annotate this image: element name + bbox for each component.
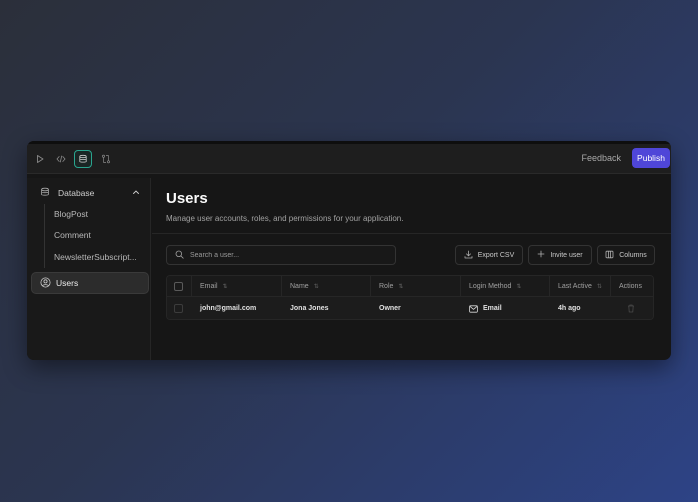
row-checkbox[interactable]: [174, 304, 183, 313]
page-subtitle: Manage user accounts, roles, and permiss…: [166, 214, 404, 223]
publish-button[interactable]: Publish: [632, 148, 670, 168]
mail-icon: [469, 304, 478, 313]
cell-email: john@gmail.com: [200, 305, 257, 312]
git-compare-icon[interactable]: [97, 150, 115, 168]
header-role[interactable]: Role ⇅: [379, 276, 403, 296]
user-circle-icon: [40, 277, 51, 290]
column-divider: [549, 276, 550, 296]
columns-button[interactable]: Columns: [597, 245, 655, 265]
sort-icon: ⇅: [222, 283, 228, 290]
invite-user-button[interactable]: Invite user: [528, 245, 592, 265]
sidebar-item-comment[interactable]: Comment: [54, 230, 142, 240]
header-login-method-label: Login Method: [469, 282, 512, 290]
feedback-link[interactable]: Feedback: [581, 153, 621, 163]
columns-icon: [605, 250, 614, 261]
play-icon[interactable]: [31, 150, 49, 168]
database-icon: [40, 187, 50, 199]
search-input[interactable]: [190, 251, 380, 259]
sidebar-database-label: Database: [58, 188, 95, 198]
columns-label: Columns: [619, 251, 647, 259]
users-table: Email ⇅ Name ⇅ Role ⇅ Login Method ⇅ Last Ac…: [166, 275, 654, 320]
download-icon: [464, 250, 473, 261]
table-row[interactable]: john@gmail.com Jona Jones Owner Email 4h…: [167, 297, 653, 319]
select-all-cell: [174, 276, 183, 296]
column-divider: [191, 276, 192, 296]
header-email[interactable]: Email ⇅: [200, 276, 228, 296]
sidebar-item-blogpost[interactable]: BlogPost: [54, 209, 142, 219]
header-name[interactable]: Name ⇅: [290, 276, 319, 296]
page-title: Users: [166, 190, 208, 207]
row-select-cell: [174, 297, 183, 319]
search-box[interactable]: [166, 245, 396, 265]
sidebar-item-newsletter[interactable]: NewsletterSubscript...: [54, 252, 142, 262]
code-icon[interactable]: [52, 150, 70, 168]
invite-user-label: Invite user: [550, 251, 583, 259]
column-divider: [370, 276, 371, 296]
header-role-label: Role: [379, 282, 394, 290]
main-panel: Users Manage user accounts, roles, and p…: [152, 178, 671, 360]
column-divider: [610, 276, 611, 296]
sidebar: Database BlogPost Comment NewsletterSubs…: [27, 178, 151, 360]
divider: [152, 233, 671, 234]
column-divider: [460, 276, 461, 296]
table-header: Email ⇅ Name ⇅ Role ⇅ Login Method ⇅ Last Ac…: [167, 276, 653, 297]
login-method-label: Email: [483, 305, 502, 312]
select-all-checkbox[interactable]: [174, 281, 183, 291]
cell-last-active: 4h ago: [558, 305, 581, 312]
header-login-method[interactable]: Login Method ⇅: [469, 276, 521, 296]
header-last-active-label: Last Active: [558, 282, 592, 290]
sort-icon: ⇅: [313, 283, 319, 290]
cell-role: Owner: [379, 305, 401, 312]
delete-icon[interactable]: [627, 297, 635, 319]
header-actions: Actions: [619, 276, 642, 296]
column-divider: [281, 276, 282, 296]
sort-icon: ⇅: [398, 283, 404, 290]
cell-login-method: Email: [469, 297, 502, 319]
sort-icon: ⇅: [596, 283, 602, 290]
search-icon: [175, 246, 184, 264]
top-toolbar: Feedback Publish: [27, 141, 671, 174]
sidebar-database-toggle[interactable]: Database: [40, 186, 140, 200]
header-last-active[interactable]: Last Active ⇅: [558, 276, 602, 296]
database-icon[interactable]: [74, 150, 92, 168]
app-window: Feedback Publish Database BlogPost Comme…: [27, 141, 671, 360]
tree-guide-line: [44, 204, 45, 268]
cell-name: Jona Jones: [290, 305, 329, 312]
export-csv-button[interactable]: Export CSV: [455, 245, 523, 265]
header-email-label: Email: [200, 282, 218, 290]
sidebar-item-label: Users: [56, 278, 79, 288]
sort-icon: ⇅: [516, 283, 522, 290]
header-actions-label: Actions: [619, 282, 642, 290]
chevron-up-icon: [132, 188, 140, 198]
export-csv-label: Export CSV: [477, 251, 515, 259]
sidebar-item-users[interactable]: Users: [31, 272, 149, 294]
plus-icon: [537, 250, 545, 260]
header-name-label: Name: [290, 282, 309, 290]
